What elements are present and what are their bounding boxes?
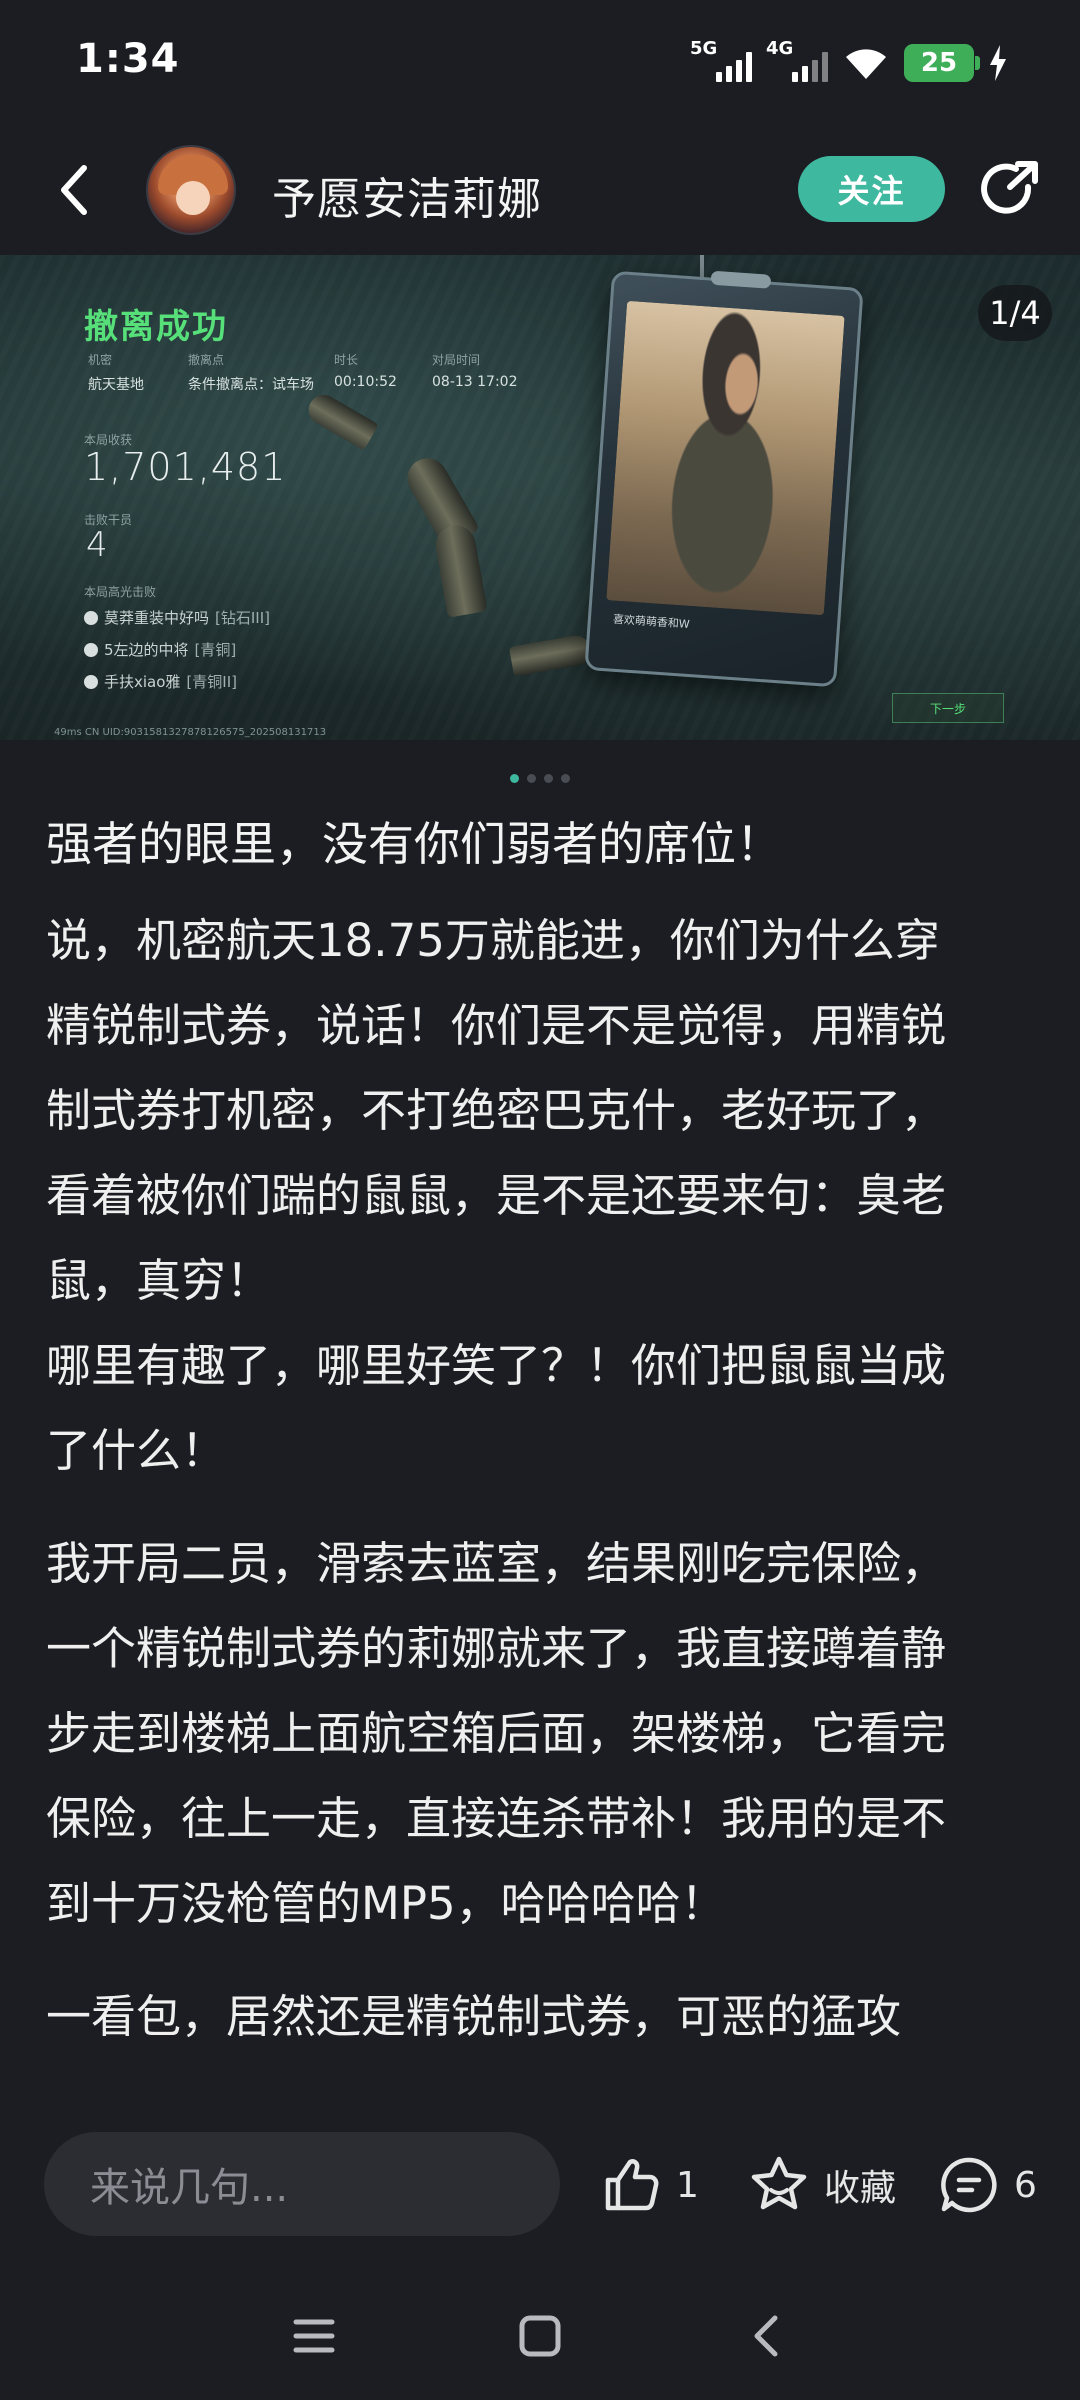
extract-success-title: 撤离成功 (84, 307, 228, 347)
favorite-button[interactable]: 收藏 (748, 2154, 896, 2216)
image-counter: 1/4 (978, 285, 1052, 341)
highlight-label: 本局高光击败 (84, 585, 157, 599)
battery-icon: 25 (904, 44, 980, 82)
follow-button[interactable]: 关注 (798, 156, 945, 222)
cellular-5g-icon: 5G (690, 38, 752, 86)
battery-level: 25 (920, 48, 958, 78)
carousel-indicator (0, 774, 1080, 783)
system-nav-bar (0, 2270, 1080, 2400)
carousel-dot[interactable] (561, 774, 570, 783)
chevron-left-icon (61, 165, 87, 215)
chevron-left-icon (754, 2315, 778, 2357)
comment-button[interactable]: 6 (938, 2154, 1037, 2216)
post-paragraph: 我开局二员，滑索去蓝室，结果刚吃完保险， 一个精锐制式券的莉娜就来了，我直接蹲着… (46, 1537, 947, 1930)
share-icon[interactable] (976, 157, 1042, 223)
post-paragraph: 说，机密航天18.75万就能进，你们为什么穿 精锐制式券，说话！你们是不是觉得，… (46, 914, 947, 1307)
charging-icon (990, 45, 1006, 81)
meta-label: 对局时间 (432, 353, 481, 367)
carousel-dot[interactable] (510, 774, 519, 783)
skull-icon (84, 674, 98, 689)
cellular-4g-icon: 4G (766, 38, 828, 86)
home-square-icon (519, 2315, 561, 2357)
like-count: 1 (676, 2164, 699, 2206)
operator-card-name: 喜欢萌萌香和W (612, 612, 691, 631)
match-meta: 机密 撤离点 时长 对局时间 航天基地 条件撤离点：试车场 00:10:52 0… (88, 351, 562, 394)
menu-nav-button[interactable] (284, 2306, 344, 2366)
meta-label: 机密 (88, 353, 113, 367)
income-value: 1,701,481 (84, 445, 287, 489)
carousel-dot[interactable] (527, 774, 536, 783)
post-header: 予愿安洁莉娜 关注 (0, 125, 1080, 255)
meta-label: 撤离点 (188, 353, 225, 367)
status-time: 1:34 (76, 36, 180, 82)
post-image-carousel[interactable]: 撤离成功 机密 撤离点 时长 对局时间 航天基地 条件撤离点：试车场 00:10… (0, 255, 1080, 740)
carousel-dot[interactable] (544, 774, 553, 783)
avatar[interactable] (146, 145, 236, 235)
meta-value: 条件撤离点：试车场 (188, 377, 314, 393)
star-icon (751, 2156, 807, 2210)
meta-value: 08-13 17:02 (432, 374, 518, 390)
menu-icon (293, 2319, 335, 2353)
post-paragraph: 哪里有趣了，哪里好笑了？！你们把鼠鼠当成 了什么！ (46, 1339, 947, 1477)
skull-icon (84, 610, 98, 625)
back-nav-button[interactable] (736, 2306, 796, 2366)
back-button[interactable] (44, 155, 104, 225)
uid-text: 49ms CN UID:9031581327878126575_20250813… (54, 727, 327, 738)
author-name[interactable]: 予愿安洁莉娜 (272, 163, 542, 227)
like-button[interactable]: 1 (600, 2154, 699, 2216)
meta-value: 00:10:52 (334, 374, 397, 390)
operator-card: 喜欢萌萌香和W (584, 270, 864, 688)
post-body: 强者的眼里，没有你们弱者的席位！ 说，机密航天18.75万就能进，你们为什么穿 … (46, 800, 1036, 2059)
meta-label: 时长 (334, 353, 359, 367)
status-icons: 5G 4G 25 (690, 36, 1008, 90)
home-nav-button[interactable] (510, 2306, 570, 2366)
favorite-label: 收藏 (824, 2168, 897, 2209)
next-step-button: 下一步 (892, 693, 1004, 723)
kill-list-item: 手扶xiao雅 [青铜II] (84, 671, 237, 692)
kill-list-item: 莫莽重装中好吗 [钻石III] (84, 607, 270, 628)
comment-bubble-icon (941, 2157, 997, 2213)
comment-input[interactable]: 来说几句... (44, 2132, 560, 2236)
meta-value: 航天基地 (88, 377, 144, 393)
post-title: 强者的眼里，没有你们弱者的席位！ (46, 817, 782, 871)
wifi-icon (846, 49, 886, 79)
skull-icon (84, 642, 98, 657)
kill-list-item: 5左边的中将 [青铜] (84, 639, 236, 660)
comment-count: 6 (1014, 2164, 1037, 2206)
status-bar: 1:34 5G 4G 25 (0, 0, 1080, 125)
post-paragraph: 一看包，居然还是精锐制式券，可恶的猛攻 (46, 1990, 902, 2043)
kills-value: 4 (86, 525, 108, 565)
operator-photo (606, 300, 845, 616)
bottom-action-bar: 来说几句... 1 收藏 6 (0, 2100, 1080, 2270)
thumbs-up-icon (605, 2159, 659, 2211)
